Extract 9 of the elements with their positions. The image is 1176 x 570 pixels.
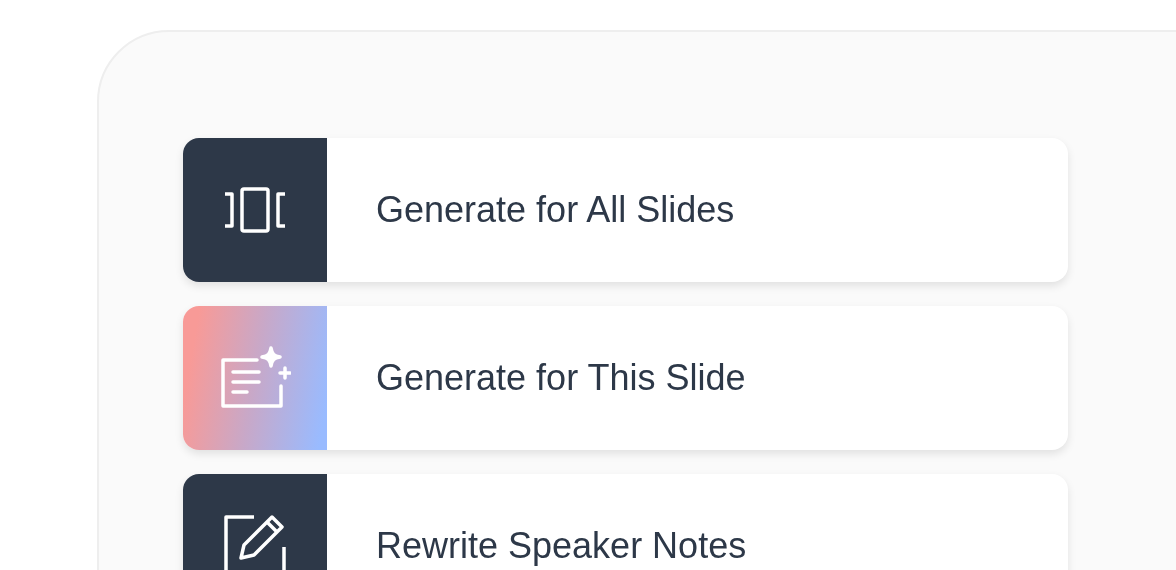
action-button[interactable]: Generate for All Slides: [183, 138, 1068, 282]
note-sparkle-icon: [219, 346, 291, 410]
edit-icon: [222, 513, 288, 570]
slides-icon: [223, 186, 287, 234]
action-button[interactable]: Generate for This Slide: [183, 306, 1068, 450]
action-label: Rewrite Speaker Notes: [376, 525, 747, 567]
action-button[interactable]: Rewrite Speaker Notes: [183, 474, 1068, 570]
action-label: Generate for All Slides: [376, 189, 735, 231]
action-label: Generate for This Slide: [376, 357, 746, 399]
